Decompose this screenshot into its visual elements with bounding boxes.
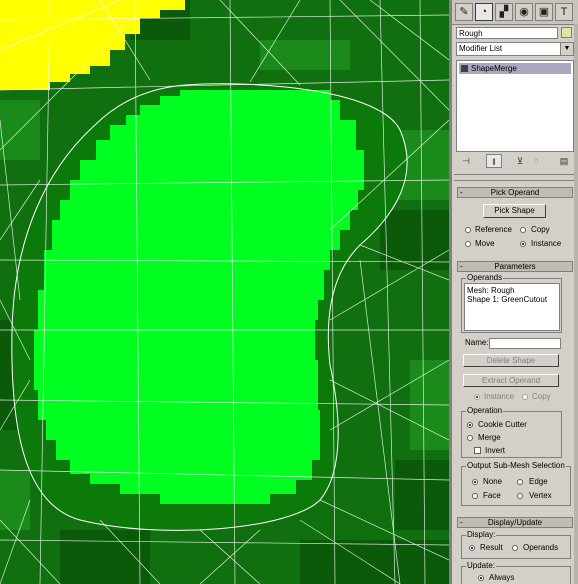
pick-shape-button[interactable]: Pick Shape: [483, 204, 546, 218]
operand-name-field[interactable]: [489, 338, 561, 349]
show-end-result-icon[interactable]: ‖: [486, 154, 502, 168]
update-group: Update:: [461, 561, 571, 584]
display-group-title: Display:: [466, 530, 497, 540]
object-color-swatch[interactable]: [561, 27, 572, 38]
move-radio[interactable]: [465, 241, 471, 247]
modifier-list-label: Modifier List: [459, 44, 503, 53]
list-item[interactable]: Mesh: Rough: [467, 286, 557, 295]
make-unique-icon[interactable]: ⊻: [512, 154, 528, 168]
submesh-vertex-label: Vertex: [529, 491, 552, 500]
delete-shape-button[interactable]: Delete Shape: [463, 354, 559, 367]
object-name-field[interactable]: Rough: [456, 27, 558, 39]
cookie-cutter-label: Cookie Cutter: [478, 420, 527, 429]
copy-radio[interactable]: [520, 227, 526, 233]
configure-sets-icon[interactable]: ▤: [556, 154, 572, 168]
display-result-radio[interactable]: [469, 545, 475, 551]
submesh-none-label: None: [483, 477, 503, 486]
operation-group-title: Operation: [466, 406, 504, 416]
submesh-none-radio[interactable]: [472, 479, 478, 485]
modifier-bulb-icon[interactable]: [461, 65, 468, 72]
submesh-edge-label: Edge: [529, 477, 548, 486]
motion-tab-icon[interactable]: ◉: [515, 3, 533, 21]
rollout-title: Pick Operand: [490, 188, 540, 197]
name-label: Name:: [465, 338, 489, 347]
viewport-canvas[interactable]: [0, 0, 449, 584]
merge-label: Merge: [478, 433, 501, 442]
move-label: Move: [475, 239, 495, 248]
pin-stack-icon[interactable]: ⊣: [458, 154, 474, 168]
display-tab-icon[interactable]: ▣: [535, 3, 553, 21]
panel-scrollbar[interactable]: [574, 24, 578, 584]
cookie-cutter-radio[interactable]: [467, 422, 473, 428]
update-group-title: Update:: [466, 561, 497, 571]
update-always-radio[interactable]: [478, 575, 484, 581]
extract-operand-button[interactable]: Extract Operand: [463, 374, 559, 387]
rollout-pick-operand[interactable]: - Pick Operand: [457, 187, 573, 198]
create-tab-icon[interactable]: ✎: [455, 3, 473, 21]
copy-label: Copy: [531, 225, 550, 234]
divider: [454, 180, 576, 181]
extract-copy-label: Copy: [532, 392, 551, 401]
instance-label: Instance: [531, 239, 562, 248]
reference-radio[interactable]: [465, 227, 471, 233]
invert-label: Invert: [485, 446, 506, 455]
submesh-vertex-radio[interactable]: [517, 493, 523, 499]
operands-list[interactable]: Mesh: Rough Shape 1: GreenCutout: [464, 283, 560, 331]
extract-instance-radio[interactable]: [474, 394, 480, 400]
rollout-title: Display/Update: [487, 518, 543, 527]
stack-item-shapemerge[interactable]: ShapeMerge: [459, 63, 571, 74]
hierarchy-tab-icon[interactable]: ▞: [495, 3, 513, 21]
stack-item-label: ShapeMerge: [471, 64, 517, 73]
extract-copy-radio[interactable]: [522, 394, 528, 400]
divider: [454, 174, 576, 175]
viewport[interactable]: [0, 0, 449, 584]
modifier-list-dropdown[interactable]: Modifier List ▼: [456, 42, 574, 56]
stack-toolbar: ⊣ ‖ ⊻ ◌ ▤: [456, 154, 574, 168]
display-operands-label: Operands: [523, 543, 559, 552]
submesh-group: Output Sub-Mesh Selection: [461, 461, 571, 506]
submesh-face-label: Face: [483, 491, 501, 500]
rollout-display-update[interactable]: - Display/Update: [457, 517, 573, 528]
utilities-tab-icon[interactable]: T: [555, 3, 573, 21]
reference-label: Reference: [475, 225, 512, 234]
list-item[interactable]: Shape 1: GreenCutout: [467, 295, 557, 304]
collapse-icon: -: [460, 188, 463, 197]
remove-modifier-icon[interactable]: ◌: [528, 154, 544, 168]
operands-group-title: Operands: [466, 273, 504, 283]
modify-tab-icon[interactable]: ◔: [475, 3, 493, 21]
submesh-group-title: Output Sub-Mesh Selection: [466, 461, 566, 471]
modifier-stack[interactable]: ShapeMerge: [456, 60, 574, 152]
merge-radio[interactable]: [467, 435, 473, 441]
collapse-icon: -: [460, 518, 463, 527]
rollout-parameters[interactable]: - Parameters: [457, 261, 573, 272]
submesh-edge-radio[interactable]: [517, 479, 523, 485]
invert-checkbox[interactable]: [474, 447, 481, 454]
command-panel: ✎ ◔ ▞ ◉ ▣ T Rough Modifier List ▼ ShapeM…: [452, 0, 578, 584]
display-result-label: Result: [480, 543, 503, 552]
extract-instance-label: Instance: [484, 392, 515, 401]
collapse-icon: -: [460, 262, 463, 271]
display-operands-radio[interactable]: [512, 545, 518, 551]
submesh-face-radio[interactable]: [472, 493, 478, 499]
update-always-label: Always: [489, 573, 515, 582]
chevron-down-icon[interactable]: ▼: [560, 43, 573, 55]
rollout-title: Parameters: [494, 262, 536, 271]
command-panel-tabs: ✎ ◔ ▞ ◉ ▣ T: [452, 0, 578, 25]
instance-radio[interactable]: [520, 241, 526, 247]
